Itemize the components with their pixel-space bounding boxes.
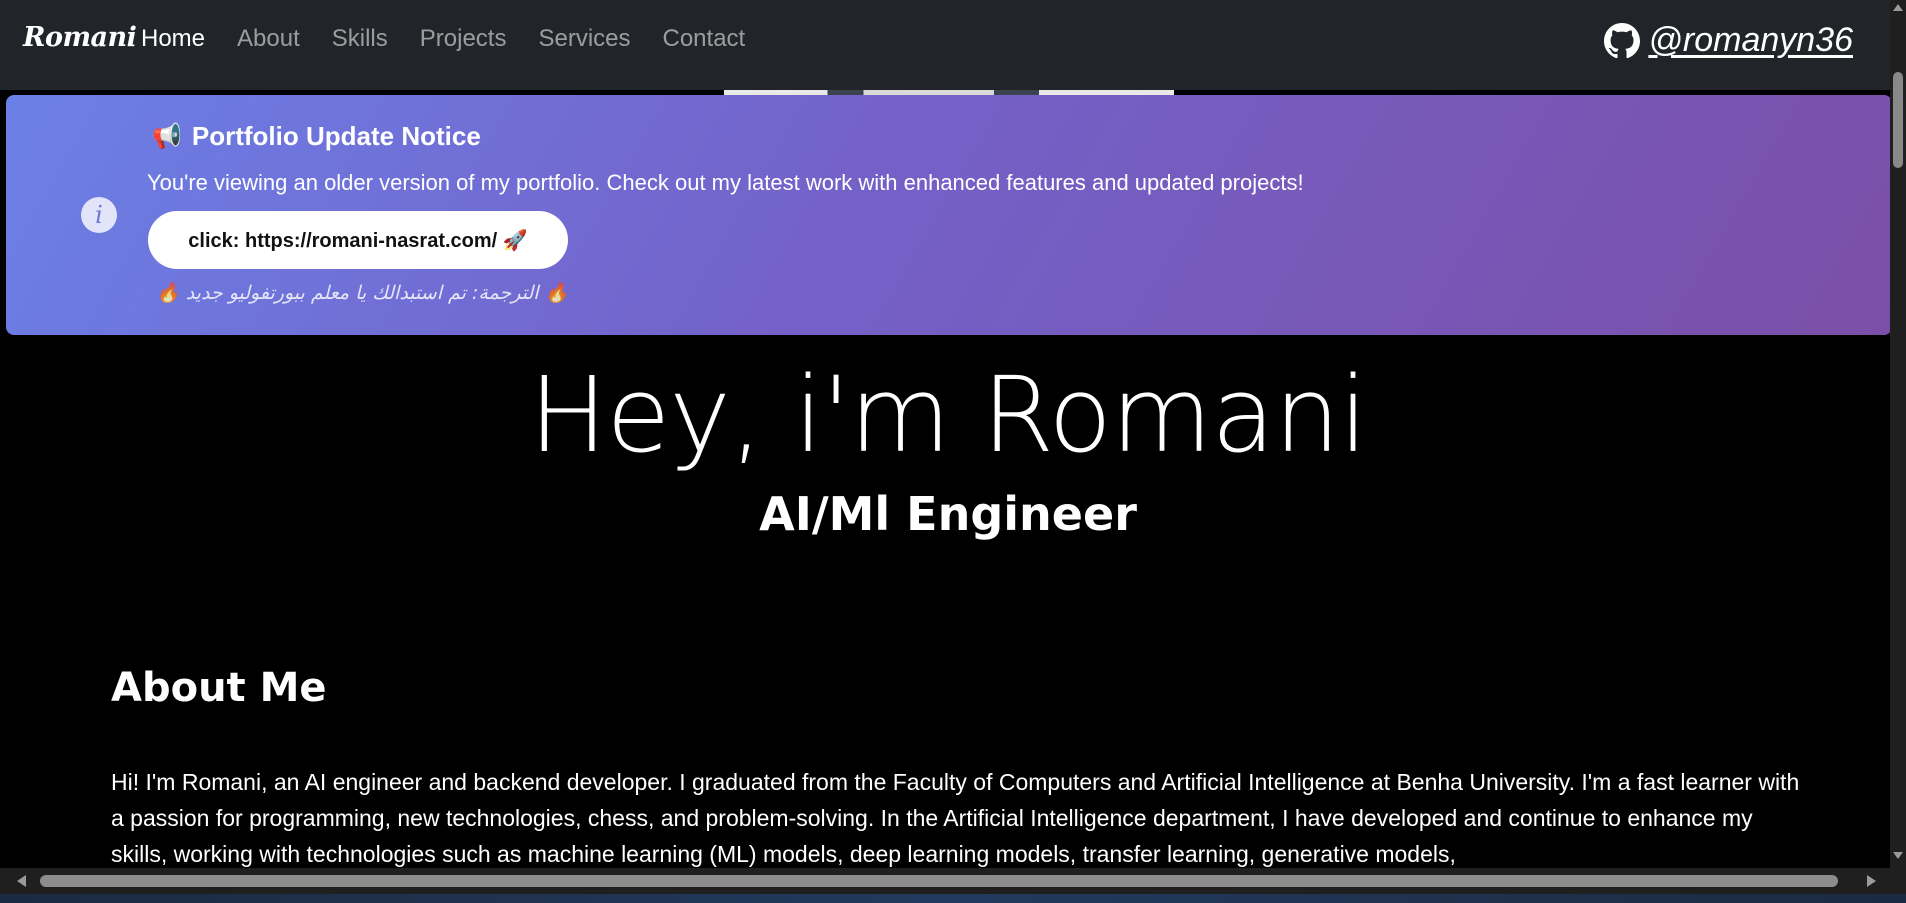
notice-title-text: Portfolio Update Notice	[191, 121, 481, 151]
github-link[interactable]: @romanyn36	[1604, 21, 1853, 60]
update-notice-banner: 📢 Portfolio Update Notice You're viewing…	[6, 95, 1892, 335]
about-text: Hi! I'm Romani, an AI engineer and backe…	[111, 769, 1800, 867]
brand-logo[interactable]: Romani	[23, 22, 137, 53]
taskbar-edge	[0, 894, 1906, 903]
scroll-left-arrow-icon[interactable]	[17, 875, 26, 887]
horizontal-scroll-thumb[interactable]	[40, 875, 1838, 887]
hero-subtitle: AI/Ml Engineer	[759, 487, 1137, 541]
nav-link-projects[interactable]: Projects	[420, 25, 507, 53]
about-heading: About Me	[111, 665, 327, 711]
nav-link-home[interactable]: Home	[141, 25, 205, 53]
nav-link-skills[interactable]: Skills	[332, 25, 388, 53]
navbar: Romani Home About Skills Projects Servic…	[0, 0, 1890, 90]
megaphone-icon: 📢	[152, 123, 182, 150]
vertical-scroll-thumb[interactable]	[1893, 72, 1903, 168]
scroll-right-arrow-icon[interactable]	[1867, 875, 1876, 887]
nav-link-contact[interactable]: Contact	[663, 25, 746, 53]
new-portfolio-button[interactable]: click: https://romani-nasrat.com/ 🚀	[148, 211, 568, 269]
nav-link-about[interactable]: About	[237, 25, 300, 53]
notice-message: You're viewing an older version of my po…	[147, 170, 1304, 195]
scroll-up-arrow-icon[interactable]	[1893, 4, 1903, 11]
nav-link-services[interactable]: Services	[538, 25, 630, 53]
notice-arabic-note: 🔥 الترجمة: تم استبدالك يا معلم ببورتفولي…	[156, 282, 569, 304]
scroll-down-arrow-icon[interactable]	[1893, 852, 1903, 859]
nav-links: Home About Skills Projects Services Cont…	[141, 25, 777, 53]
notice-title: 📢 Portfolio Update Notice	[152, 121, 481, 152]
github-icon	[1604, 22, 1641, 58]
hero-title: Hey, i'm Romani	[529, 354, 1368, 476]
scrollbar-corner	[1890, 868, 1906, 894]
info-icon: i	[81, 197, 117, 233]
github-handle[interactable]: @romanyn36	[1648, 21, 1853, 60]
